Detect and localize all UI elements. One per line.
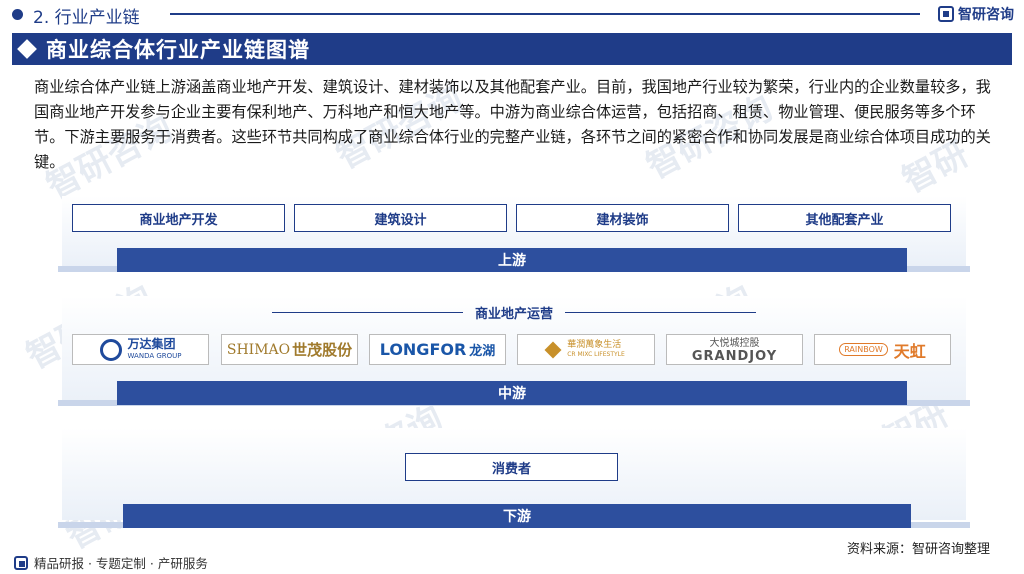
midstream-subtitle-text: 商业地产运营 <box>475 307 554 322</box>
brand-icon <box>938 6 954 22</box>
logo-wanda: 万达集团 WANDA GROUP <box>72 334 209 365</box>
title-bar: 商业综合体行业产业链图谱 <box>12 33 1012 65</box>
midstream-subtitle: 商业地产运营 <box>272 303 757 322</box>
divider <box>272 311 463 314</box>
brand-name: 智研咨询 <box>958 7 1014 23</box>
logo-rainbow-cn: 天虹 <box>893 341 926 361</box>
upstream-item: 建筑设计 <box>294 204 507 232</box>
downstream-item: 消费者 <box>405 453 618 481</box>
brand-icon <box>14 555 28 570</box>
logo-grandjoy-en: GRANDJOY <box>691 348 778 364</box>
logo-grandjoy: 大悦城控股 GRANDJOY <box>666 334 803 365</box>
footer-slogan: 精品研报 · 专题定制 · 产研服务 <box>14 553 208 572</box>
source-note: 资料来源：智研咨询整理 <box>846 542 990 557</box>
mixc-icon <box>544 341 562 358</box>
logo-rainbow-en: RAINBOW <box>839 343 888 356</box>
description-paragraph: 商业综合体产业链上游涵盖商业地产开发、建筑设计、建材装饰以及其他配套产业。目前，… <box>34 78 991 171</box>
bullet-icon <box>12 9 23 20</box>
upstream-item: 其他配套产业 <box>738 204 951 232</box>
brand-logo: 智研咨询 <box>938 4 1014 24</box>
logo-mixc-cn: 華潤萬象生活 <box>567 339 622 350</box>
divider <box>565 311 757 314</box>
footer-slogan-text: 精品研报 · 专题定制 · 产研服务 <box>34 556 208 571</box>
logo-longfor-en: LONGFOR <box>379 340 467 359</box>
logo-longfor: LONGFOR 龙湖 <box>369 334 506 365</box>
logo-rainbow: RAINBOW 天虹 <box>814 334 951 365</box>
logo-shimao-en: SHIMAO <box>226 341 291 358</box>
header-rule <box>170 13 920 15</box>
logo-mixc: 華潤萬象生活 CR MIXC LIFESTYLE <box>517 334 655 365</box>
midstream-stage-label: 中游 <box>117 381 907 405</box>
logo-shimao: SHIMAO 世茂股份 <box>221 334 358 365</box>
upstream-stage-label: 上游 <box>117 248 907 272</box>
logo-grandjoy-cn: 大悦城控股 <box>709 337 760 349</box>
diamond-icon <box>17 39 37 59</box>
logo-longfor-cn: 龙湖 <box>469 344 496 359</box>
logo-shimao-cn: 世茂股份 <box>292 341 353 359</box>
upstream-item: 商业地产开发 <box>72 204 285 232</box>
page-title: 商业综合体行业产业链图谱 <box>46 38 310 62</box>
logo-mixc-en: CR MIXC LIFESTYLE <box>567 350 625 358</box>
logo-wanda-en: WANDA GROUP <box>127 351 182 360</box>
upstream-item: 建材装饰 <box>516 204 729 232</box>
downstream-stage-label: 下游 <box>123 504 911 528</box>
top-header: 2. 行业产业链 智研咨询 <box>0 0 1024 30</box>
section-label: 2. 行业产业链 <box>33 8 140 28</box>
logo-wanda-cn: 万达集团 <box>127 336 176 351</box>
wanda-icon <box>99 338 122 361</box>
